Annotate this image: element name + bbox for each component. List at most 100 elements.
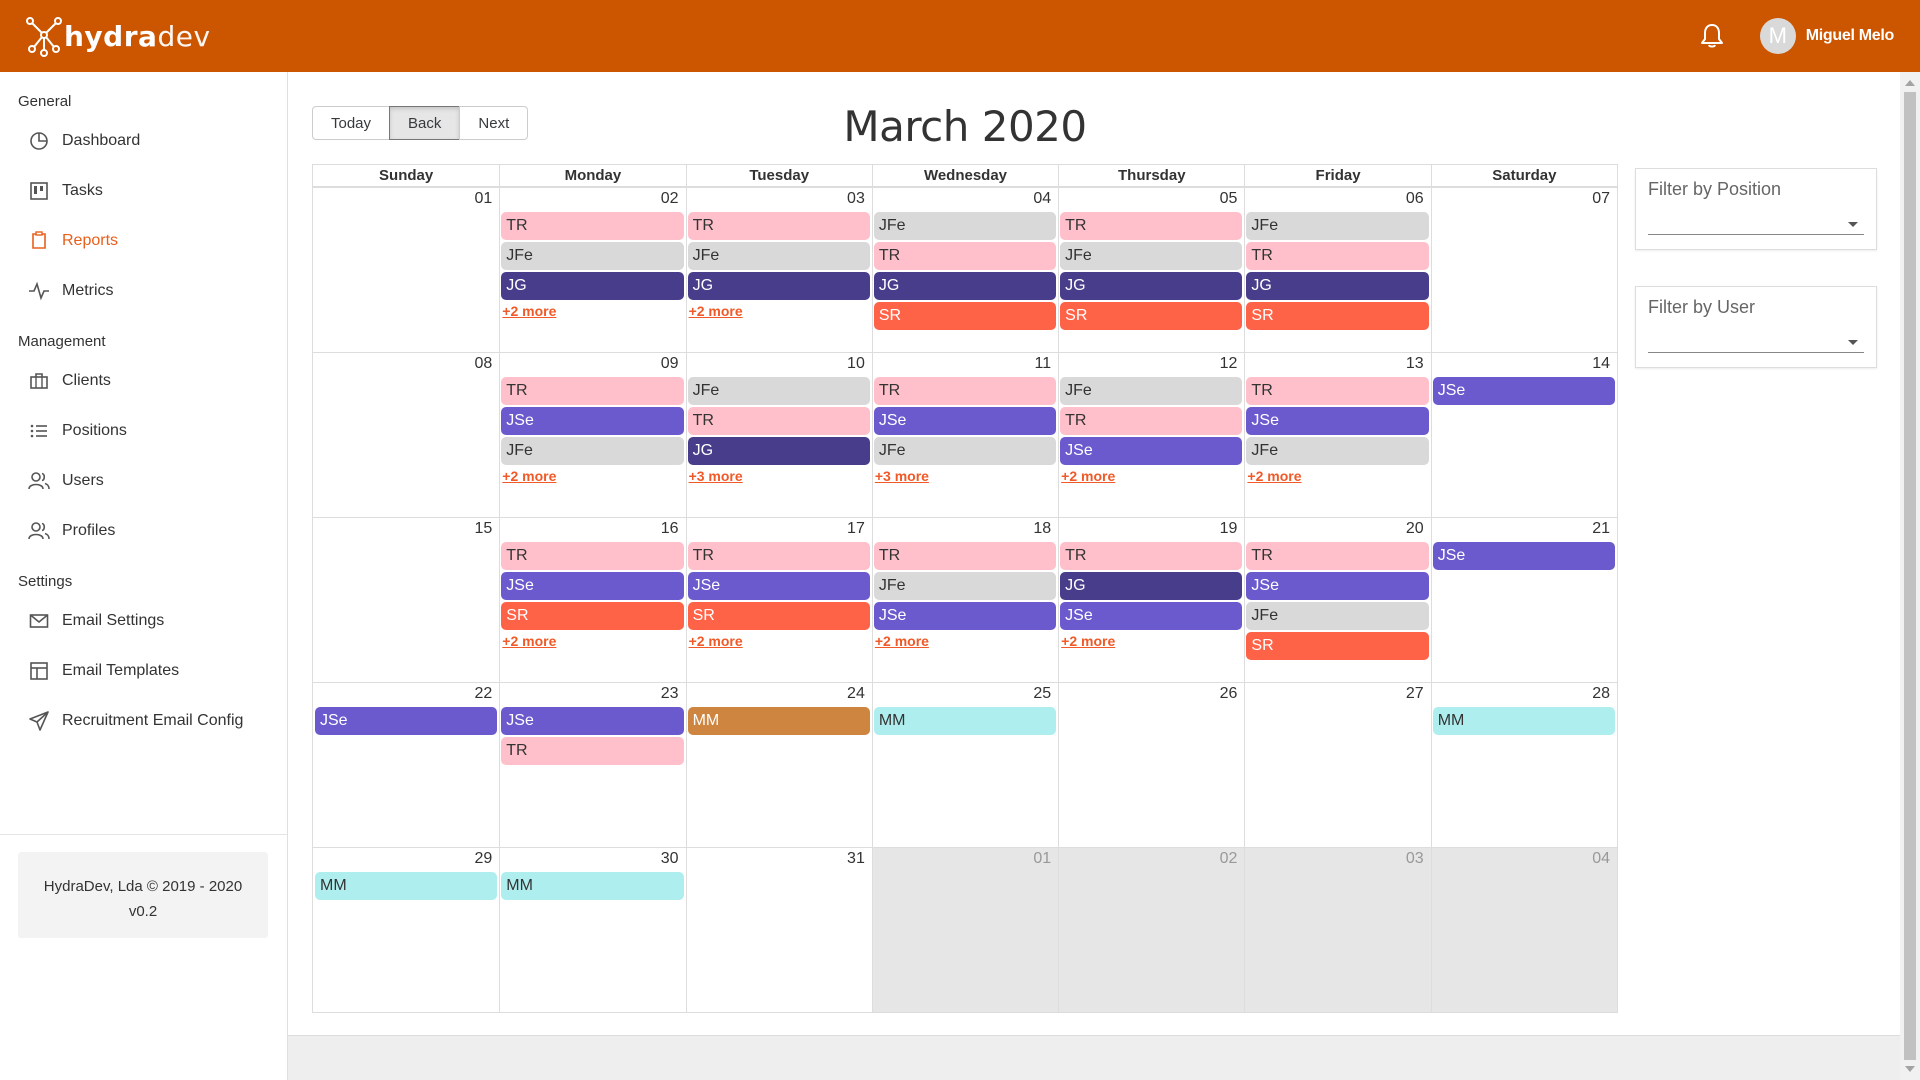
calendar-event[interactable]: SR: [1246, 302, 1429, 330]
day-number[interactable]: 29: [314, 848, 498, 872]
show-more-link[interactable]: +2 more: [1059, 632, 1243, 650]
show-more-link[interactable]: +2 more: [873, 632, 1057, 650]
day-number[interactable]: 04: [873, 188, 1057, 212]
day-cell[interactable]: 05 TR JFe JG SR: [1058, 188, 1244, 352]
filter-by-position[interactable]: Filter by Position: [1635, 168, 1877, 250]
day-number[interactable]: 01: [314, 188, 498, 212]
day-number[interactable]: 05: [1059, 188, 1243, 212]
filter-user-select[interactable]: [1648, 335, 1864, 353]
day-cell[interactable]: 13 TR JSe JFe +2 more: [1244, 353, 1430, 517]
calendar-event[interactable]: TR: [873, 242, 1057, 270]
day-number[interactable]: 26: [1059, 683, 1243, 707]
calendar-event[interactable]: JSe: [1060, 437, 1243, 465]
show-more-link[interactable]: +2 more: [1245, 467, 1429, 485]
show-more-link[interactable]: +3 more: [687, 467, 871, 485]
calendar-event[interactable]: JFe: [1060, 377, 1243, 405]
day-cell[interactable]: 21 JSe: [1431, 518, 1617, 682]
calendar-event[interactable]: TR: [501, 737, 684, 765]
calendar-event[interactable]: JG: [501, 272, 684, 300]
day-cell[interactable]: 03 TR JFe JG +2 more: [686, 188, 872, 352]
day-number[interactable]: 14: [1432, 353, 1616, 377]
day-cell[interactable]: 17 TR JSe SR +2 more: [686, 518, 872, 682]
calendar-event[interactable]: TR: [501, 377, 684, 405]
calendar-event[interactable]: JFe: [873, 212, 1057, 240]
calendar-event[interactable]: TR: [1060, 542, 1243, 570]
calendar-event[interactable]: JSe: [873, 602, 1057, 630]
day-number[interactable]: 08: [314, 353, 498, 377]
day-cell[interactable]: 25 MM: [872, 683, 1058, 847]
day-number[interactable]: 06: [1245, 188, 1429, 212]
day-cell[interactable]: 24 MM: [686, 683, 872, 847]
calendar-event[interactable]: JG: [873, 272, 1057, 300]
day-number[interactable]: 04: [1432, 848, 1616, 872]
calendar-event[interactable]: TR: [687, 212, 870, 240]
show-more-link[interactable]: +2 more: [687, 632, 871, 650]
calendar-event[interactable]: TR: [501, 212, 684, 240]
day-cell[interactable]: 14 JSe: [1431, 353, 1617, 517]
calendar-event[interactable]: JSe: [1432, 542, 1615, 570]
calendar-event[interactable]: JSe: [501, 707, 684, 735]
sidebar-item-recruitment-email-config[interactable]: Recruitment Email Config: [0, 696, 287, 746]
logo[interactable]: hydra dev: [26, 15, 211, 57]
notifications-bell-icon[interactable]: [1700, 23, 1724, 49]
day-number[interactable]: 07: [1432, 188, 1616, 212]
calendar-event[interactable]: JFe: [1246, 437, 1429, 465]
calendar-event[interactable]: JG: [1060, 272, 1243, 300]
filter-position-select[interactable]: [1648, 217, 1864, 235]
scroll-up-arrow-icon[interactable]: [1905, 80, 1915, 86]
calendar-event[interactable]: JSe: [687, 572, 870, 600]
calendar-event[interactable]: TR: [1060, 212, 1243, 240]
day-number[interactable]: 31: [687, 848, 871, 872]
calendar-event[interactable]: TR: [687, 407, 870, 435]
day-number[interactable]: 02: [1059, 848, 1243, 872]
sidebar-item-dashboard[interactable]: Dashboard: [0, 116, 287, 166]
user-name[interactable]: Miguel Melo: [1806, 27, 1895, 45]
calendar-event[interactable]: SR: [501, 602, 684, 630]
day-cell[interactable]: 01: [313, 188, 499, 352]
calendar-event[interactable]: JFe: [687, 377, 870, 405]
day-number[interactable]: 30: [500, 848, 684, 872]
day-cell[interactable]: 30 MM: [499, 848, 685, 1012]
show-more-link[interactable]: +2 more: [500, 302, 684, 320]
sidebar-item-reports[interactable]: Reports: [0, 216, 287, 266]
sidebar-item-clients[interactable]: Clients: [0, 356, 287, 406]
calendar-event[interactable]: JSe: [873, 407, 1057, 435]
day-number[interactable]: 22: [314, 683, 498, 707]
day-number[interactable]: 27: [1245, 683, 1429, 707]
day-cell[interactable]: 08: [313, 353, 499, 517]
calendar-event[interactable]: JSe: [315, 707, 498, 735]
day-cell[interactable]: 22 JSe: [313, 683, 499, 847]
day-cell[interactable]: 03: [1244, 848, 1430, 1012]
day-number[interactable]: 23: [500, 683, 684, 707]
show-more-link[interactable]: +2 more: [687, 302, 871, 320]
day-number[interactable]: 10: [687, 353, 871, 377]
calendar-event[interactable]: JFe: [501, 437, 684, 465]
day-number[interactable]: 24: [687, 683, 871, 707]
calendar-event[interactable]: JG: [1246, 272, 1429, 300]
day-cell[interactable]: 16 TR JSe SR +2 more: [499, 518, 685, 682]
day-number[interactable]: 28: [1432, 683, 1616, 707]
calendar-event[interactable]: JG: [1060, 572, 1243, 600]
sidebar-item-profiles[interactable]: Profiles: [0, 506, 287, 556]
calendar-event[interactable]: TR: [873, 542, 1057, 570]
show-more-link[interactable]: +2 more: [1059, 467, 1243, 485]
calendar-event[interactable]: MM: [1432, 707, 1615, 735]
calendar-event[interactable]: MM: [873, 707, 1057, 735]
day-number[interactable]: 21: [1432, 518, 1616, 542]
calendar-event[interactable]: JG: [687, 272, 870, 300]
day-cell[interactable]: 19 TR JG JSe +2 more: [1058, 518, 1244, 682]
calendar-event[interactable]: TR: [1060, 407, 1243, 435]
day-number[interactable]: 11: [873, 353, 1057, 377]
sidebar-item-metrics[interactable]: Metrics: [0, 266, 287, 316]
day-cell[interactable]: 26: [1058, 683, 1244, 847]
day-cell[interactable]: 20 TR JSe JFe SR: [1244, 518, 1430, 682]
calendar-event[interactable]: JSe: [1060, 602, 1243, 630]
day-number[interactable]: 01: [873, 848, 1057, 872]
calendar-event[interactable]: SR: [873, 302, 1057, 330]
day-cell[interactable]: 02 TR JFe JG +2 more: [499, 188, 685, 352]
day-cell[interactable]: 04 JFe TR JG SR: [872, 188, 1058, 352]
day-cell[interactable]: 29 MM: [313, 848, 499, 1012]
sidebar-item-tasks[interactable]: Tasks: [0, 166, 287, 216]
calendar-event[interactable]: JFe: [1060, 242, 1243, 270]
calendar-event[interactable]: JFe: [873, 437, 1057, 465]
